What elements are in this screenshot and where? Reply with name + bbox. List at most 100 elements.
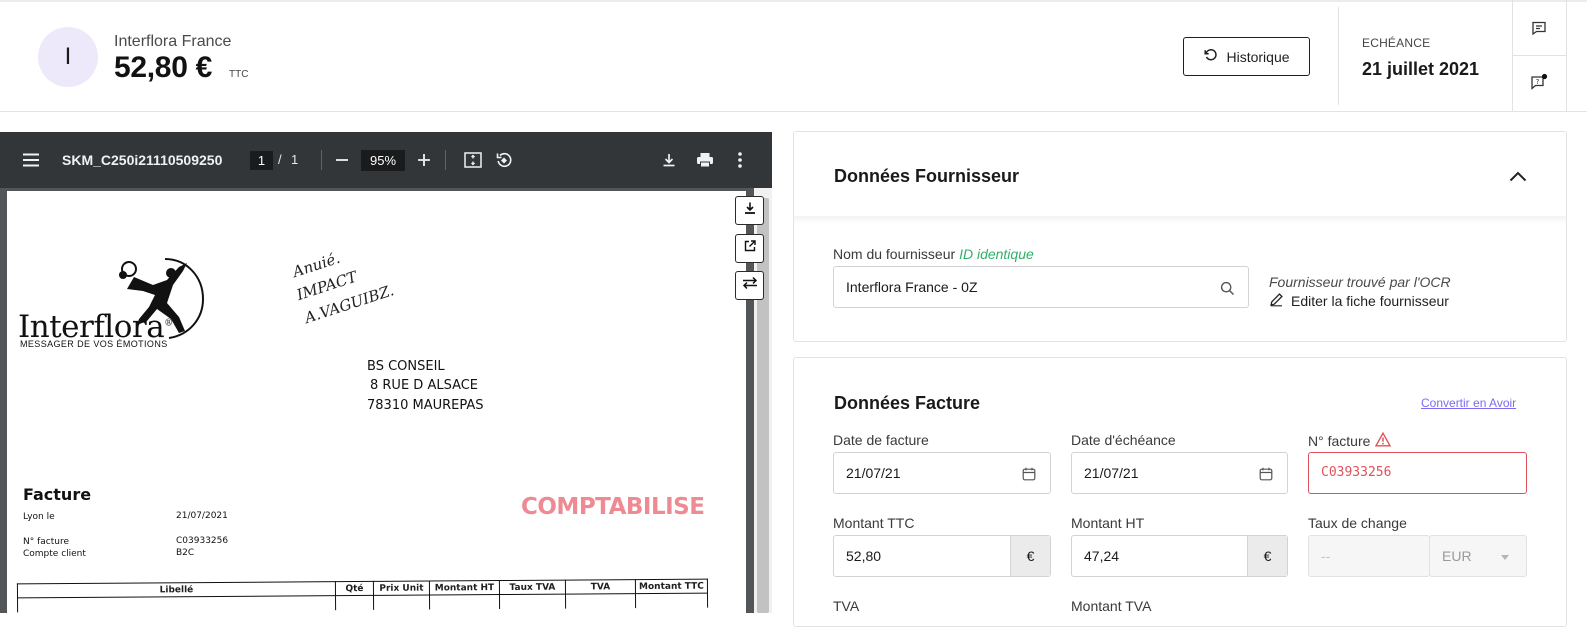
document-title: Facture <box>23 485 92 504</box>
float-swap-button[interactable] <box>735 271 764 300</box>
exchange-rate-label: Taux de change <box>1308 515 1407 531</box>
info-label: Lyon le <box>23 512 55 522</box>
warning-icon <box>1375 431 1392 450</box>
menu-icon[interactable] <box>20 150 42 170</box>
open-external-icon <box>743 239 757 258</box>
convert-to-credit-link[interactable]: Convertir en Avoir <box>1421 396 1516 410</box>
invoice-date-field[interactable]: 21/07/21 <box>833 452 1051 494</box>
zoom-in-icon[interactable] <box>414 150 434 170</box>
supplier-avatar: I <box>38 27 98 87</box>
table-header: Qté <box>335 581 374 596</box>
supplier-card-title: Données Fournisseur <box>834 166 1020 186</box>
table-header: TVA <box>565 579 636 595</box>
invoice-number-label: N° facture <box>1308 431 1392 450</box>
svg-text:?: ? <box>1536 78 1540 86</box>
due-date-value: 21 juillet 2021 <box>1362 59 1480 79</box>
amount-ttc-field[interactable]: 52,80 € <box>833 535 1051 577</box>
amount-ht-label: Montant HT <box>1071 515 1145 531</box>
info-label: N° facture <box>23 537 69 547</box>
history-icon <box>1203 47 1219 66</box>
comptabilise-stamp: COMPTABILISE <box>521 494 705 520</box>
more-icon[interactable] <box>730 150 750 170</box>
info-label: Compte client <box>23 549 86 559</box>
pdf-viewer: SKM_C250i21110509250 1 / 1 95% Interflor… <box>0 132 772 613</box>
comment-icon[interactable] <box>1526 15 1552 41</box>
info-value: B2C <box>176 548 195 558</box>
pdf-page: Interflora® MESSAGER DE VOS ÉMOTIONS Anu… <box>7 191 746 613</box>
due-date-field[interactable]: 21/07/21 <box>1071 452 1288 494</box>
invoice-card-title: Données Facture <box>834 393 981 413</box>
due-date-field-label: Date d'échéance <box>1071 432 1176 448</box>
supplier-search-value: Interflora France - 0Z <box>846 279 978 295</box>
history-button-label: Historique <box>1226 48 1290 65</box>
currency-addon: € <box>1247 536 1287 576</box>
rotate-icon[interactable] <box>494 150 514 170</box>
edit-supplier-label: Editer la fiche fournisseur <box>1291 293 1449 309</box>
invoice-header: I Interflora France 52,80 € TTC Historiq… <box>0 0 1587 112</box>
header-top-border <box>0 0 1587 2</box>
id-match-label: ID identique <box>959 246 1034 262</box>
invoice-number-value: C03933256 <box>1321 465 1392 480</box>
exchange-rate-field: -- <box>1308 535 1430 577</box>
pencil-icon <box>1269 292 1284 310</box>
due-date-field-value: 21/07/21 <box>1084 465 1139 481</box>
float-download-button[interactable] <box>735 196 764 225</box>
fit-page-icon[interactable] <box>463 150 483 170</box>
table-header: Montant TTC <box>635 579 708 594</box>
page-separator: / <box>278 152 282 167</box>
pdf-toolbar: SKM_C250i21110509250 1 / 1 95% <box>0 132 772 188</box>
table-header: Taux TVA <box>499 580 566 595</box>
amount-ttc-value: 52,80 <box>846 548 882 564</box>
amount-ttc-label: Montant TTC <box>833 515 915 531</box>
calendar-icon[interactable] <box>1020 465 1038 483</box>
tva-label: TVA <box>833 598 860 614</box>
amount-ht-field[interactable]: 47,24 € <box>1071 535 1288 577</box>
currency-addon: € <box>1010 536 1050 576</box>
amount-suffix: TTC <box>229 69 249 80</box>
chevron-up-icon[interactable] <box>1507 165 1529 187</box>
toolbar-divider <box>321 150 322 170</box>
page-total: 1 <box>291 152 299 167</box>
supplier-search-field[interactable]: Interflora France - 0Z <box>833 266 1249 308</box>
recipient-name: BS CONSEIL <box>367 359 445 374</box>
page-number-input[interactable]: 1 <box>250 151 273 170</box>
info-value: 21/07/2021 <box>176 511 228 521</box>
table-header: Montant HT <box>429 580 500 596</box>
info-value: C03933256 <box>176 536 229 546</box>
pdf-page-area: Interflora® MESSAGER DE VOS ÉMOTIONS Anu… <box>0 188 772 613</box>
print-icon[interactable] <box>694 150 716 170</box>
avatar-initial: I <box>64 43 72 70</box>
history-button[interactable]: Historique <box>1183 37 1310 76</box>
zoom-level-input[interactable]: 95% <box>361 150 405 171</box>
supplier-name: Interflora France <box>114 33 232 50</box>
card-header-shadow <box>794 216 1566 224</box>
supplier-field-label: Nom du fournisseur ID identique <box>833 246 1034 262</box>
tva-amount-label: Montant TVA <box>1071 598 1152 614</box>
invoice-number-field[interactable]: C03933256 <box>1308 452 1527 494</box>
caret-down-icon <box>1496 548 1514 566</box>
logo-tagline: MESSAGER DE VOS ÉMOTIONS <box>20 339 168 349</box>
currency-select-value: EUR <box>1442 548 1472 564</box>
invoice-lines-table: Libellé Qté Prix Unit Montant HT Taux TV… <box>17 579 708 612</box>
supplier-data-card: Données Fournisseur <box>793 131 1567 342</box>
download-icon <box>743 201 757 220</box>
table-header: Prix Unit <box>373 581 430 596</box>
amount-ht-value: 47,24 <box>1084 548 1120 564</box>
ocr-note: Fournisseur trouvé par l'OCR <box>1269 274 1451 290</box>
header-divider <box>1338 7 1339 105</box>
zoom-out-icon[interactable] <box>332 150 352 170</box>
calendar-icon[interactable] <box>1257 465 1275 483</box>
search-icon[interactable] <box>1218 279 1236 297</box>
float-open-external-button[interactable] <box>735 234 764 263</box>
recipient-street: 8 RUE D ALSACE <box>370 378 479 393</box>
comment-question-icon[interactable]: ? <box>1526 69 1552 95</box>
exchange-rate-placeholder: -- <box>1321 548 1331 564</box>
download-icon[interactable] <box>659 150 679 170</box>
pdf-filename: SKM_C250i21110509250 <box>62 152 223 168</box>
invoice-date-value: 21/07/21 <box>846 465 901 481</box>
due-date-label: ECHÉANCE <box>1362 36 1431 50</box>
currency-select: EUR <box>1429 535 1527 577</box>
edit-supplier-link[interactable]: Editer la fiche fournisseur <box>1269 292 1449 310</box>
invoice-amount: 52,80 € <box>114 51 212 84</box>
swap-icon <box>741 276 759 295</box>
